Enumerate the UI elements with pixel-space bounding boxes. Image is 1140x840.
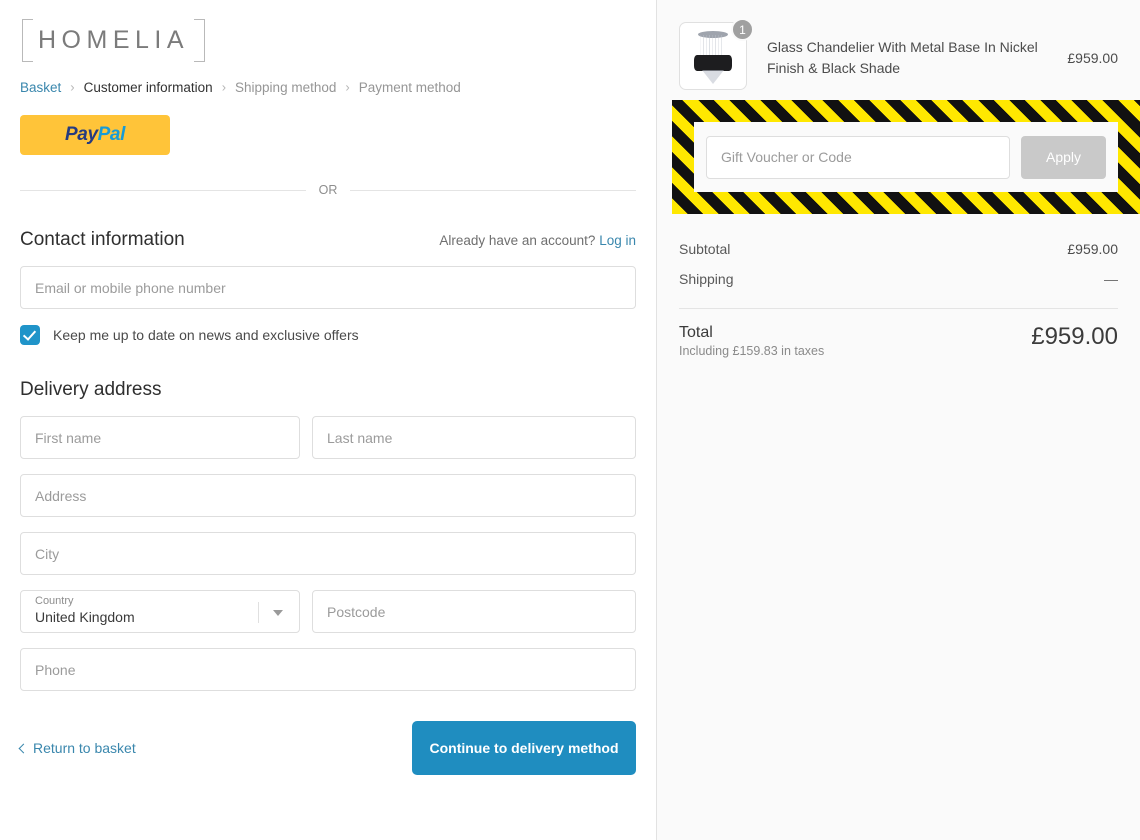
breadcrumb-item-basket[interactable]: Basket <box>20 80 61 95</box>
phone-placeholder: Phone <box>35 662 75 678</box>
first-name-field[interactable]: First name <box>20 416 300 459</box>
city-field[interactable]: City <box>20 532 636 575</box>
country-select-label: Country <box>35 595 285 608</box>
paypal-logo-pal-text: Pal <box>98 124 125 146</box>
postcode-placeholder: Postcode <box>327 604 385 620</box>
account-prompt: Already have an account? Log in <box>439 233 636 248</box>
breadcrumb-item-customer-information[interactable]: Customer information <box>84 80 213 95</box>
return-to-basket-label: Return to basket <box>33 740 136 756</box>
grand-total-tax-note: Including £159.83 in taxes <box>679 343 824 360</box>
divider-line-right <box>350 190 636 191</box>
address-field[interactable]: Address <box>20 474 636 517</box>
phone-field[interactable]: Phone <box>20 648 636 691</box>
chevron-right-icon: › <box>222 81 226 94</box>
account-prompt-text: Already have an account? <box>439 233 595 248</box>
quantity-badge: 1 <box>731 18 754 41</box>
order-line-item: 1 Glass Chandelier With Metal Base In Ni… <box>679 0 1118 94</box>
grand-total-label: Total <box>679 323 824 343</box>
breadcrumb-item-shipping-method[interactable]: Shipping method <box>235 80 336 95</box>
chevron-left-icon <box>19 743 29 753</box>
shipping-value: — <box>1104 271 1118 287</box>
gift-voucher-highlight-border: Gift Voucher or Code Apply <box>672 100 1140 214</box>
address-placeholder: Address <box>35 488 86 504</box>
subtotal-row: Subtotal £959.00 <box>679 234 1118 264</box>
product-thumbnail-wrap: 1 <box>679 22 751 94</box>
country-select-value: United Kingdom <box>35 608 285 626</box>
contact-information-header: Contact information Already have an acco… <box>20 229 636 251</box>
chevron-right-icon: › <box>70 81 74 94</box>
city-placeholder: City <box>35 546 59 562</box>
shipping-label: Shipping <box>679 271 734 287</box>
product-price: £959.00 <box>1067 50 1118 66</box>
apply-voucher-button[interactable]: Apply <box>1021 136 1106 179</box>
newsletter-checkbox[interactable] <box>20 325 40 345</box>
logo-bracket-right-icon <box>194 19 205 62</box>
contact-information-title: Contact information <box>20 229 185 251</box>
name-fields-row: First name Last name <box>20 401 636 459</box>
chandelier-tip-icon <box>702 70 724 84</box>
last-name-placeholder: Last name <box>327 430 392 446</box>
login-link[interactable]: Log in <box>599 233 636 248</box>
logo-text: HOMELIA <box>38 26 189 54</box>
gift-voucher-section: Gift Voucher or Code Apply <box>694 122 1118 192</box>
delivery-address-title: Delivery address <box>20 379 636 401</box>
or-divider: OR <box>20 183 636 197</box>
newsletter-checkbox-label: Keep me up to date on news and exclusive… <box>53 327 359 343</box>
country-select[interactable]: Country United Kingdom <box>20 590 300 633</box>
logo-bracket-left-icon <box>22 19 33 62</box>
shipping-row: Shipping — <box>679 264 1118 294</box>
country-postcode-row: Country United Kingdom Postcode <box>20 590 636 633</box>
chevron-down-icon[interactable] <box>273 610 283 616</box>
grand-total-value: £959.00 <box>1031 323 1118 351</box>
checkout-page: HOMELIA Basket › Customer information › … <box>0 0 1140 840</box>
gift-voucher-placeholder: Gift Voucher or Code <box>721 149 852 165</box>
email-field[interactable]: Email or mobile phone number <box>20 266 636 309</box>
paypal-logo-pay-text: Pay <box>65 124 98 146</box>
breadcrumb: Basket › Customer information › Shipping… <box>20 80 636 95</box>
brand-logo[interactable]: HOMELIA <box>20 0 636 62</box>
divider-line-left <box>20 190 306 191</box>
or-divider-label: OR <box>319 183 338 197</box>
return-to-basket-link[interactable]: Return to basket <box>20 740 136 756</box>
breadcrumb-item-payment-method[interactable]: Payment method <box>359 80 461 95</box>
chandelier-shade-icon <box>694 55 732 71</box>
continue-to-delivery-method-button[interactable]: Continue to delivery method <box>412 721 636 775</box>
first-name-placeholder: First name <box>35 430 101 446</box>
gift-voucher-input[interactable]: Gift Voucher or Code <box>706 136 1010 179</box>
email-field-placeholder: Email or mobile phone number <box>35 280 226 296</box>
grand-total-row: Total Including £159.83 in taxes £959.00 <box>679 315 1118 360</box>
newsletter-checkbox-row[interactable]: Keep me up to date on news and exclusive… <box>20 325 636 345</box>
product-title: Glass Chandelier With Metal Base In Nick… <box>767 37 1051 79</box>
chevron-right-icon: › <box>345 81 349 94</box>
last-name-field[interactable]: Last name <box>312 416 636 459</box>
order-totals: Subtotal £959.00 Shipping — Total Includ… <box>679 214 1118 360</box>
checkout-form-panel: HOMELIA Basket › Customer information › … <box>0 0 657 840</box>
subtotal-value: £959.00 <box>1067 241 1118 257</box>
subtotal-label: Subtotal <box>679 241 730 257</box>
select-divider <box>258 602 259 623</box>
postcode-field[interactable]: Postcode <box>312 590 636 633</box>
paypal-express-button[interactable]: PayPal <box>20 115 170 155</box>
form-actions: Return to basket Continue to delivery me… <box>20 721 636 775</box>
totals-divider <box>679 308 1118 309</box>
